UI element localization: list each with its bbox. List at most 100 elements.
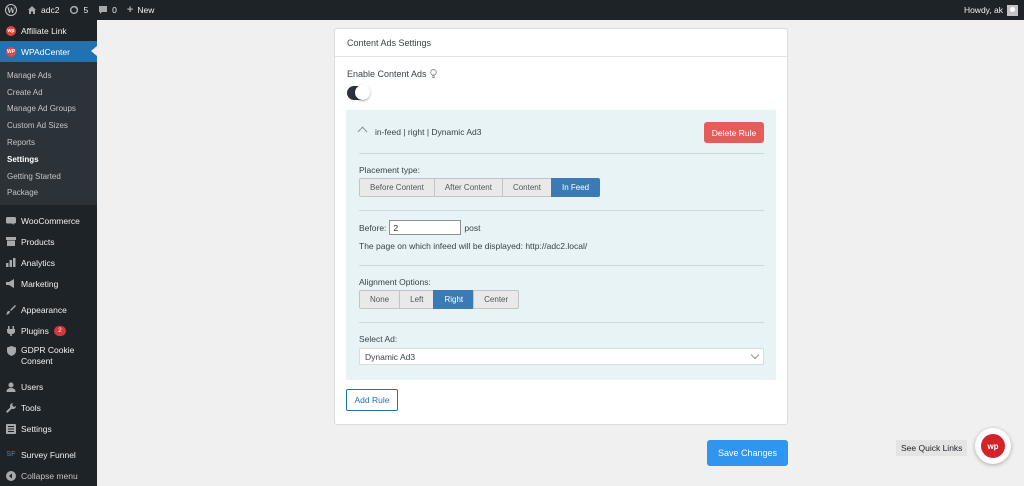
sidebar-item-label: Plugins: [21, 325, 49, 336]
woo-icon: [6, 216, 16, 226]
sidebar-item-settings[interactable]: Settings: [0, 418, 97, 439]
delete-rule-button[interactable]: Delete Rule: [704, 122, 764, 143]
divider: [359, 153, 764, 154]
submenu-create-ad[interactable]: Create Ad: [0, 84, 97, 101]
submenu-manage-ads[interactable]: Manage Ads: [0, 67, 97, 84]
placement-content-button[interactable]: Content: [501, 178, 552, 197]
submenu-package[interactable]: Package: [0, 185, 97, 202]
sidebar-item-label: Marketing: [21, 278, 59, 289]
sidebar-item-appearance[interactable]: Appearance: [0, 299, 97, 320]
sidebar-item-label: Products: [21, 236, 55, 247]
brush-icon: [6, 304, 16, 315]
sidebar-item-label: Affiliate Link: [21, 25, 67, 36]
alignment-left-button[interactable]: Left: [399, 290, 435, 309]
placement-before-content-button[interactable]: Before Content: [359, 178, 435, 197]
rule-title: in-feed | right | Dynamic Ad3: [375, 127, 482, 137]
updates-menu[interactable]: 5: [64, 0, 93, 20]
before-post-input[interactable]: [389, 220, 462, 235]
enable-content-ads-row: Enable Content Ads: [347, 69, 437, 79]
plugins-update-badge: 2: [53, 325, 66, 336]
sliders-icon: [6, 423, 16, 434]
howdy-text: Howdy, ak: [963, 5, 1003, 15]
comments-menu[interactable]: 0: [93, 0, 122, 20]
updates-icon: [70, 5, 79, 15]
see-quick-links-label[interactable]: See Quick Links: [896, 440, 968, 456]
chevron-up-icon[interactable]: [357, 126, 368, 137]
alignment-options-label: Alignment Options:: [359, 277, 431, 287]
wp-logo-icon: wp: [981, 434, 1005, 458]
collapse-icon: [6, 470, 16, 481]
chart-icon: [6, 258, 16, 268]
sidebar-item-affiliate-link[interactable]: wp Affiliate Link: [0, 20, 97, 41]
sidebar-item-label: Tools: [21, 402, 41, 413]
quick-links-fab[interactable]: wp: [975, 428, 1011, 464]
sidebar-item-users[interactable]: Users: [0, 376, 97, 397]
sidebar-item-label: WooCommerce: [21, 215, 80, 226]
alignment-none-button[interactable]: None: [359, 290, 401, 309]
plus-icon: +: [126, 4, 134, 16]
home-icon: [28, 6, 36, 14]
enable-content-ads-toggle[interactable]: [347, 85, 370, 100]
placement-after-content-button[interactable]: After Content: [433, 178, 503, 197]
alignment-center-button[interactable]: Center: [473, 290, 520, 309]
content-ads-card: Content Ads Settings Enable Content Ads …: [334, 28, 788, 425]
divider: [359, 322, 764, 323]
sidebar-item-label: Survey Funnel: [21, 449, 76, 460]
avatar: [1007, 4, 1018, 16]
before-label: Before:: [359, 222, 387, 233]
submenu-reports[interactable]: Reports: [0, 134, 97, 151]
wp-logo-menu[interactable]: W: [0, 0, 22, 20]
sidebar-item-plugins[interactable]: Plugins 2: [0, 320, 97, 341]
updates-count: 5: [83, 5, 89, 15]
placement-type-group: Before Content After Content Content In …: [359, 178, 601, 197]
alignment-right-button[interactable]: Right: [433, 290, 475, 309]
account-menu[interactable]: Howdy, ak: [963, 4, 1024, 16]
admin-bar: W adc2 5 0 + New Howdy, ak: [0, 0, 1024, 20]
before-post-row: Before: post: [359, 220, 480, 235]
new-label: New: [137, 5, 155, 15]
funnel-icon: SF: [6, 451, 16, 459]
wordpress-icon: W: [5, 4, 17, 16]
submenu-getting-started[interactable]: Getting Started: [0, 168, 97, 185]
add-rule-button[interactable]: Add Rule: [346, 389, 398, 411]
sidebar-item-analytics[interactable]: Analytics: [0, 252, 97, 273]
sidebar-item-products[interactable]: Products: [0, 231, 97, 252]
wpadcenter-icon: WP: [6, 46, 16, 57]
select-ad-dropdown[interactable]: Dynamic Ad3: [359, 348, 764, 365]
submenu-settings[interactable]: Settings: [0, 151, 97, 168]
save-changes-button[interactable]: Save Changes: [707, 440, 788, 466]
infeed-page-note: The page on which infeed will be display…: [359, 241, 588, 251]
sidebar-item-label: Users: [21, 381, 44, 392]
sidebar-item-label: Settings: [21, 423, 52, 434]
sidebar-item-gdpr-cookie-consent[interactable]: GDPR Cookie Consent: [0, 341, 97, 371]
submenu-custom-ad-sizes[interactable]: Custom Ad Sizes: [0, 117, 97, 134]
megaphone-icon: [6, 279, 16, 289]
affiliate-icon: wp: [6, 25, 16, 36]
sidebar-item-woocommerce[interactable]: WooCommerce: [0, 210, 97, 231]
sidebar-item-survey-funnel[interactable]: SF Survey Funnel: [0, 444, 97, 465]
admin-sidebar: wp Affiliate Link WP WPAdCenter Manage A…: [0, 20, 97, 486]
placement-type-label: Placement type:: [359, 165, 420, 175]
sidebar-item-label: GDPR Cookie Consent: [21, 345, 75, 367]
sidebar-item-label: Collapse menu: [21, 470, 78, 481]
divider: [359, 265, 764, 266]
comments-count: 0: [112, 5, 117, 15]
chevron-down-icon: [750, 350, 760, 360]
collapse-menu-button[interactable]: Collapse menu: [0, 465, 97, 486]
lightbulb-icon[interactable]: [429, 69, 437, 79]
ad-rule-panel: in-feed | right | Dynamic Ad3 Delete Rul…: [346, 110, 776, 380]
sidebar-item-wpadcenter[interactable]: WP WPAdCenter: [0, 41, 97, 62]
sidebar-item-label: Analytics: [21, 257, 56, 268]
comment-icon: [99, 6, 108, 14]
enable-content-ads-label: Enable Content Ads: [347, 69, 427, 79]
new-content-menu[interactable]: + New: [122, 0, 159, 20]
sidebar-item-label: Appearance: [21, 304, 67, 315]
sidebar-item-marketing[interactable]: Marketing: [0, 273, 97, 294]
site-name-menu[interactable]: adc2: [22, 0, 64, 20]
submenu-manage-ad-groups[interactable]: Manage Ad Groups: [0, 101, 97, 118]
wpadcenter-submenu: Manage Ads Create Ad Manage Ad Groups Cu…: [0, 62, 97, 206]
rule-header[interactable]: in-feed | right | Dynamic Ad3 Delete Rul…: [346, 110, 776, 153]
sidebar-item-tools[interactable]: Tools: [0, 397, 97, 418]
divider: [359, 210, 764, 211]
placement-in-feed-button[interactable]: In Feed: [550, 178, 601, 197]
